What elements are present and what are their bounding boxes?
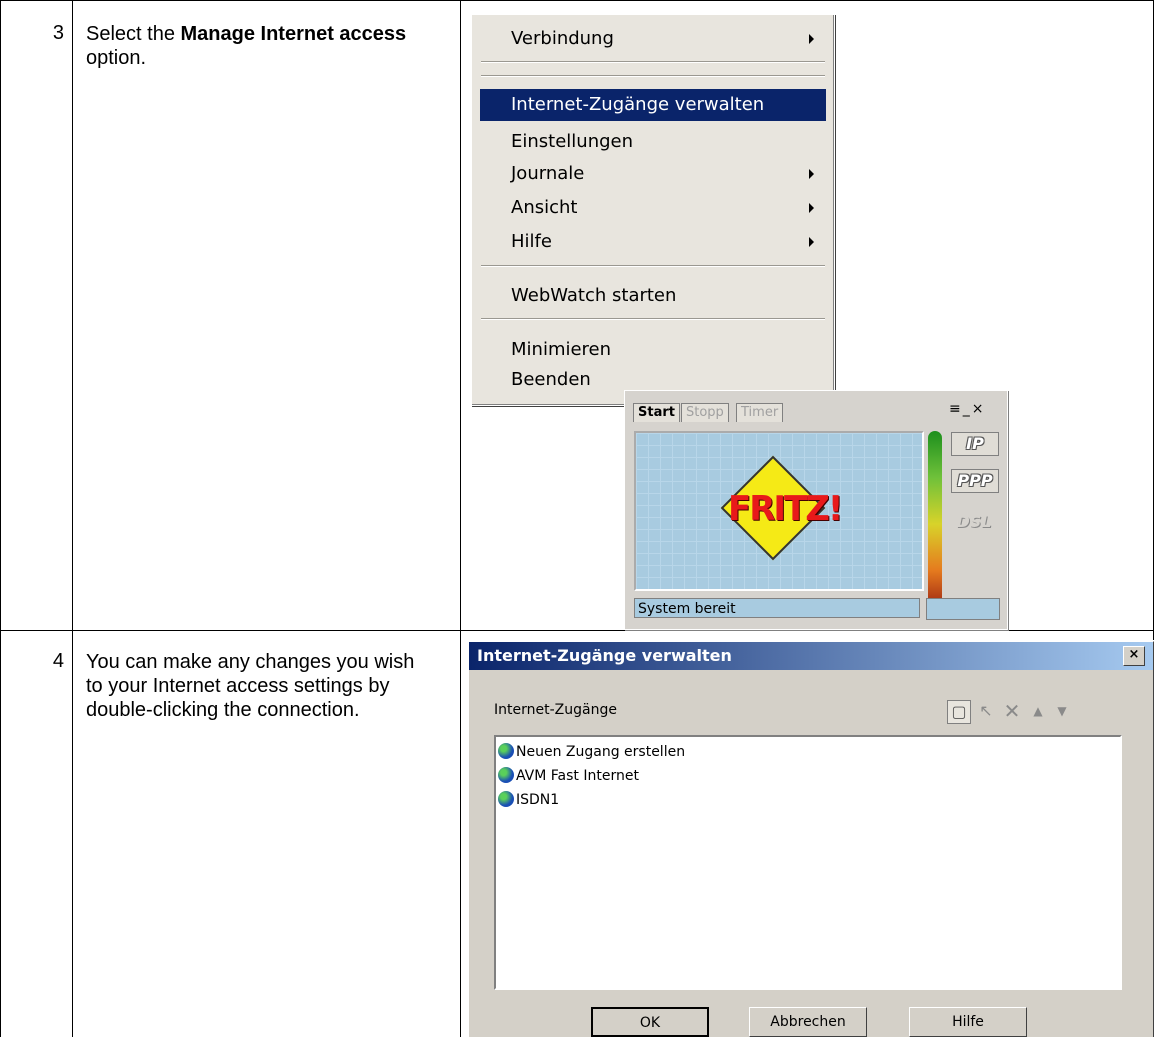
status-bar-secondary xyxy=(926,598,1000,620)
list-item-label: Neuen Zugang erstellen xyxy=(516,744,686,760)
move-down-icon[interactable]: ▼ xyxy=(1051,700,1073,722)
access-list: Neuen Zugang erstellen AVM Fast Internet… xyxy=(494,735,1122,990)
submenu-arrow-icon xyxy=(809,203,814,213)
menu-item-label: Minimieren xyxy=(511,339,612,360)
context-menu: Verbindung Internet-Zugänge verwalten Ei… xyxy=(471,14,835,406)
window-controls-icon[interactable]: ≡_× xyxy=(949,401,985,417)
table-border-col1 xyxy=(72,0,73,1037)
manage-internet-access-dialog: Internet-Zugänge verwalten × Internet-Zu… xyxy=(467,640,1154,1037)
dialog-titlebar: Internet-Zugänge verwalten × xyxy=(469,642,1153,670)
cancel-button[interactable]: Abbrechen xyxy=(749,1007,867,1037)
tab-timer[interactable]: Timer xyxy=(736,403,784,422)
tab-stopp[interactable]: Stopp xyxy=(681,403,729,422)
step-instruction: You can make any changes you wish to you… xyxy=(86,651,415,721)
fritz-widget: Start Stopp Timer ≡_× FRITZ! IP PPP DSL … xyxy=(624,390,1008,630)
fritz-display: FRITZ! xyxy=(634,431,924,591)
globe-new-icon xyxy=(498,743,514,759)
signal-meter xyxy=(928,431,942,617)
edit-icon[interactable]: ↖ xyxy=(975,700,997,722)
list-item[interactable]: Neuen Zugang erstellen xyxy=(498,741,685,763)
menu-item-label: Beenden xyxy=(511,369,591,390)
ok-button[interactable]: OK xyxy=(591,1007,709,1037)
step-text-post: option. xyxy=(86,47,147,69)
menu-item-ansicht[interactable]: Ansicht xyxy=(480,192,826,224)
submenu-arrow-icon xyxy=(809,237,814,247)
menu-item-minimieren[interactable]: Minimieren xyxy=(480,334,826,366)
step-text-pre: Select the xyxy=(86,23,181,45)
menu-separator xyxy=(481,318,825,320)
menu-item-label: Hilfe xyxy=(511,231,552,252)
step-text-bold: Manage Internet access xyxy=(180,23,407,45)
table-border-middle xyxy=(0,630,1154,631)
menu-item-label: WebWatch starten xyxy=(511,285,677,306)
step-number: 4 xyxy=(52,650,64,672)
move-up-icon[interactable]: ▲ xyxy=(1027,700,1049,722)
menu-item-webwatch[interactable]: WebWatch starten xyxy=(480,280,826,312)
menu-item-journale[interactable]: Journale xyxy=(480,158,826,190)
step-instruction: Select the Manage Internet access option… xyxy=(86,22,446,70)
tab-start[interactable]: Start xyxy=(633,403,680,422)
menu-item-label: Einstellungen xyxy=(511,131,634,152)
status-bar: System bereit xyxy=(634,598,920,618)
menu-item-verbindung[interactable]: Verbindung xyxy=(480,23,826,55)
menu-separator xyxy=(481,61,825,63)
list-item-label: AVM Fast Internet xyxy=(516,768,639,784)
dsl-badge: DSL xyxy=(956,512,992,531)
globe-isdn-icon xyxy=(498,791,514,807)
fritz-logo: FRITZ! xyxy=(728,489,843,529)
new-entry-icon[interactable]: ▢ xyxy=(947,700,971,724)
menu-separator xyxy=(481,265,825,267)
delete-icon[interactable]: ✕ xyxy=(1001,700,1023,722)
submenu-arrow-icon xyxy=(809,34,814,44)
dialog-title: Internet-Zugänge verwalten xyxy=(477,646,732,665)
step-number: 3 xyxy=(52,22,64,44)
table-border-left xyxy=(0,0,1,1037)
menu-item-label: Verbindung xyxy=(511,28,614,49)
menu-item-label: Internet-Zugänge verwalten xyxy=(511,94,765,115)
list-item-label: ISDN1 xyxy=(516,792,560,808)
menu-item-label: Ansicht xyxy=(511,197,578,218)
table-border-top xyxy=(0,0,1154,1)
table-border-col2 xyxy=(460,0,461,1037)
globe-icon xyxy=(498,767,514,783)
menu-item-hilfe[interactable]: Hilfe xyxy=(480,226,826,258)
ip-badge: IP xyxy=(951,432,999,456)
close-button[interactable]: × xyxy=(1123,646,1145,666)
menu-item-manage-internet-access[interactable]: Internet-Zugänge verwalten xyxy=(480,89,826,121)
list-item[interactable]: ISDN1 xyxy=(498,789,559,811)
group-label: Internet-Zugänge xyxy=(494,702,617,718)
help-button[interactable]: Hilfe xyxy=(909,1007,1027,1037)
menu-separator xyxy=(481,75,825,77)
menu-item-einstellungen[interactable]: Einstellungen xyxy=(480,126,826,158)
list-item[interactable]: AVM Fast Internet xyxy=(498,765,639,787)
submenu-arrow-icon xyxy=(809,169,814,179)
menu-item-label: Journale xyxy=(511,163,585,184)
ppp-badge: PPP xyxy=(951,469,999,493)
